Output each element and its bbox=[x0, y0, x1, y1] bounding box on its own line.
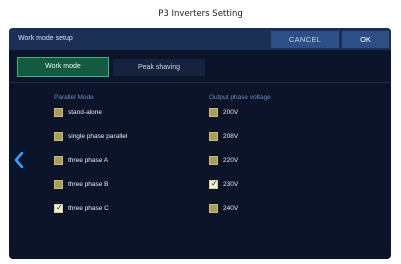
checkbox[interactable] bbox=[54, 180, 63, 189]
checkmark-icon: ✓ bbox=[211, 179, 218, 188]
option-label: single phase parallel bbox=[68, 133, 128, 140]
parallel-mode-header: Parallel Mode bbox=[54, 94, 94, 101]
option-label: 208V bbox=[223, 133, 239, 140]
tab-work-mode[interactable]: Work mode bbox=[17, 57, 109, 77]
option-label: three phase A bbox=[68, 157, 109, 164]
checkbox[interactable] bbox=[209, 156, 218, 165]
panel-title: Work mode setup bbox=[18, 35, 73, 42]
page-caption: P3 Inverters Setting bbox=[158, 9, 243, 19]
option-label: three phase B bbox=[68, 181, 109, 188]
checkbox[interactable] bbox=[209, 132, 218, 141]
checkbox[interactable] bbox=[54, 156, 63, 165]
output-voltage-header: Output phase voltage bbox=[209, 94, 271, 101]
ok-button[interactable]: OK bbox=[342, 31, 389, 48]
option-label: three phase C bbox=[68, 205, 109, 212]
option-label: 200V bbox=[223, 109, 239, 116]
checkbox[interactable] bbox=[54, 108, 63, 117]
checkbox[interactable] bbox=[209, 204, 218, 213]
work-mode-panel: Work mode setup CANCEL OK Work mode Peak… bbox=[9, 28, 391, 259]
tab-divider bbox=[9, 82, 391, 83]
checkbox-checked[interactable]: ✓ bbox=[54, 203, 63, 213]
checkbox[interactable] bbox=[54, 132, 63, 141]
cancel-button[interactable]: CANCEL bbox=[271, 31, 339, 48]
option-label: 220V bbox=[223, 157, 239, 164]
option-label: 230V bbox=[223, 181, 239, 188]
top-bar: Work mode setup CANCEL OK bbox=[9, 28, 391, 50]
option-label: stand-alone bbox=[68, 109, 102, 116]
tab-peak-shaving[interactable]: Peak shaving bbox=[113, 59, 205, 76]
checkmark-icon: ✓ bbox=[56, 203, 63, 212]
checkbox-checked[interactable]: ✓ bbox=[209, 179, 218, 189]
chevron-left-icon[interactable] bbox=[14, 152, 24, 168]
option-label: 240V bbox=[223, 205, 239, 212]
checkbox[interactable] bbox=[209, 108, 218, 117]
